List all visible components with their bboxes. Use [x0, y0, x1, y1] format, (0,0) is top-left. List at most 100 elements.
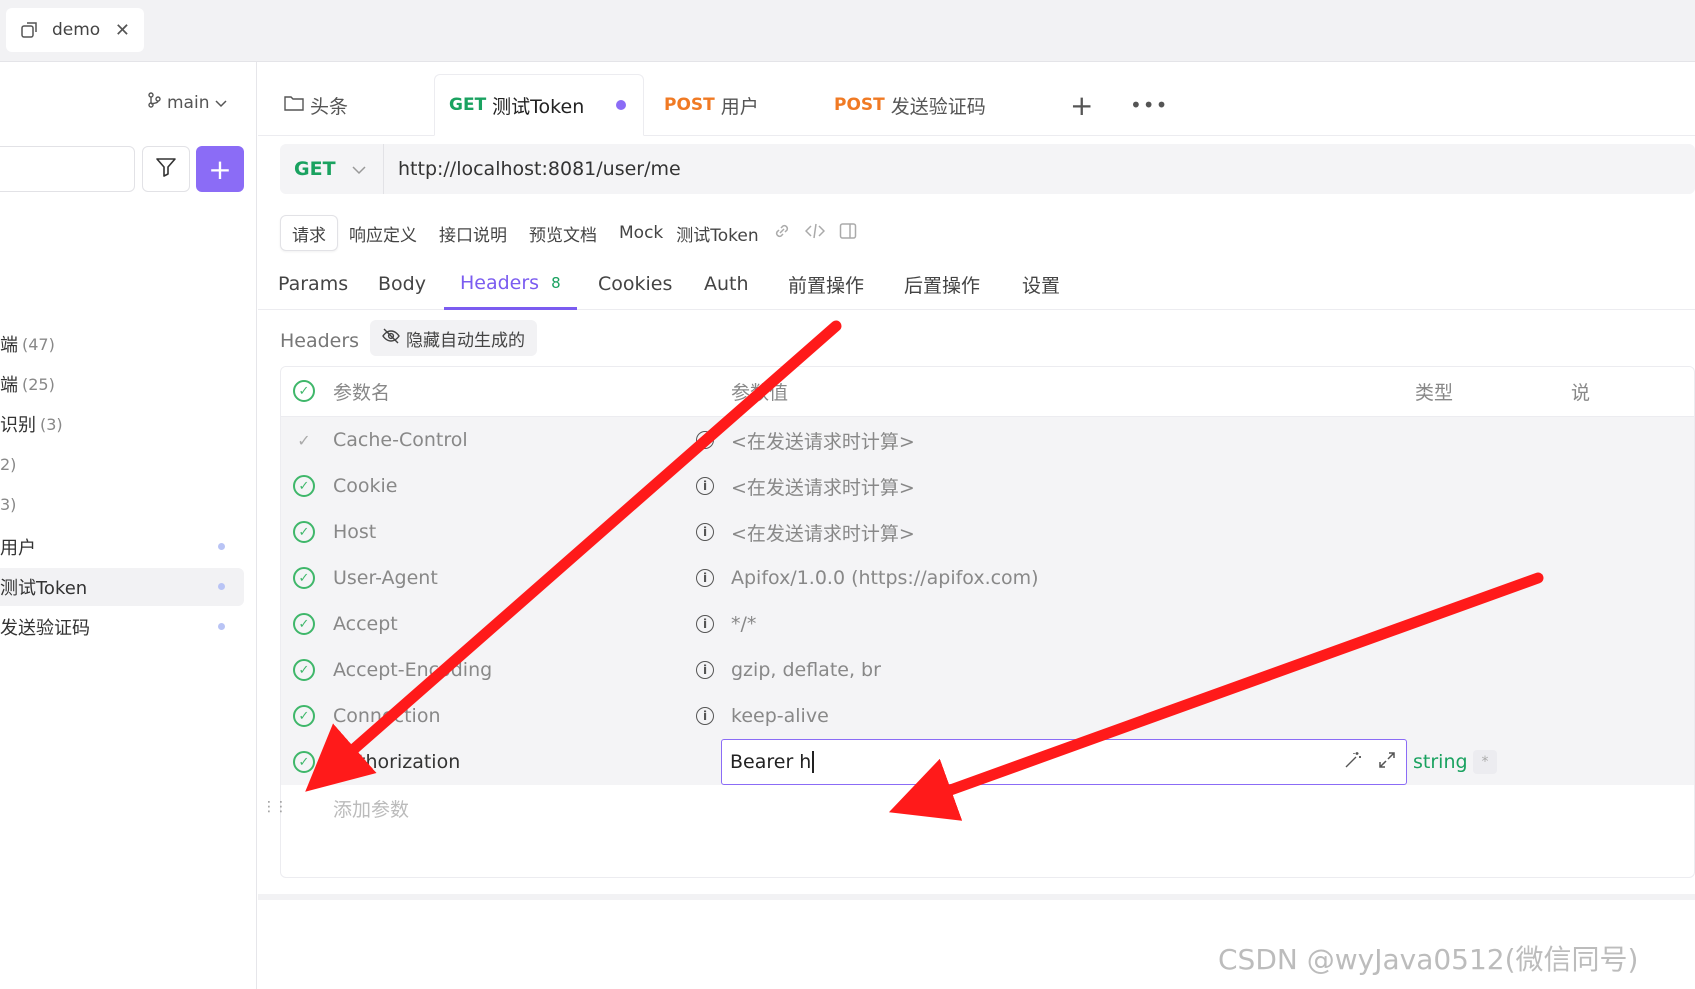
param-name-input[interactable]: Authorization	[333, 751, 460, 773]
param-value: <在发送请求时计算>	[731, 430, 915, 453]
row-checkbox[interactable]: ✓	[293, 705, 315, 727]
param-value-input[interactable]: Bearer h	[721, 739, 1407, 785]
doc-tab-request[interactable]: 请求	[280, 215, 338, 251]
request-tab-user[interactable]: POST 用户	[664, 74, 759, 136]
tab-label: 设置	[1022, 274, 1061, 297]
text-caret	[812, 751, 814, 773]
url-input[interactable]: http://localhost:8081/user/me	[398, 158, 681, 180]
window-tab-title: demo	[52, 20, 101, 40]
param-name: Connection	[333, 705, 441, 727]
add-param-placeholder: 添加参数	[333, 798, 410, 821]
doc-tab-preview[interactable]: 预览文档	[518, 215, 608, 251]
doc-tab-description[interactable]: 接口说明	[428, 215, 518, 251]
method-select[interactable]: GET	[280, 144, 384, 194]
param-value: Apifox/1.0.0 (https://apifox.com)	[731, 567, 1039, 589]
table-row: ✓ Cookie i <在发送请求时计算>	[281, 463, 1694, 509]
tree-item-user[interactable]: 用户	[0, 528, 36, 566]
request-tab-folder[interactable]: 头条	[284, 74, 348, 136]
tab-post-processors[interactable]: 后置操作	[904, 258, 980, 310]
doc-tab-response[interactable]: 响应定义	[338, 215, 428, 251]
more-icon: •••	[1130, 93, 1169, 117]
branch-selector[interactable]: main	[147, 92, 228, 113]
tree-item-test-token[interactable]: 测试Token	[0, 568, 244, 606]
unsaved-dot	[616, 100, 627, 110]
tab-headers[interactable]: Headers 8	[444, 258, 577, 310]
info-icon[interactable]: i	[696, 615, 714, 633]
param-name: Cache-Control	[333, 429, 468, 451]
tree-item-label: 端	[0, 375, 18, 396]
tree-item[interactable]: 3)	[0, 485, 16, 523]
window-tab-demo[interactable]: demo ✕	[6, 8, 144, 52]
panel-icon[interactable]	[839, 222, 857, 244]
row-checkbox[interactable]: ✓	[293, 659, 315, 681]
link-icon[interactable]	[773, 222, 791, 244]
status-dot	[218, 623, 225, 630]
new-tab-button[interactable]: +	[1070, 74, 1093, 136]
tree-item[interactable]: 端 (25)	[0, 365, 55, 403]
tab-auth[interactable]: Auth	[704, 258, 749, 310]
doc-tab-mock[interactable]: Mock	[608, 215, 674, 251]
param-value: gzip, deflate, br	[731, 659, 881, 681]
tab-cookies[interactable]: Cookies	[598, 258, 672, 310]
info-icon[interactable]: i	[696, 431, 714, 449]
tab-label: Body	[378, 273, 426, 295]
plus-icon: +	[1070, 88, 1094, 122]
magic-wand-icon[interactable]	[1344, 751, 1362, 773]
expand-icon[interactable]	[1378, 751, 1396, 773]
close-icon[interactable]: ✕	[115, 20, 130, 41]
hide-auto-label: 隐藏自动生成的	[406, 330, 525, 351]
param-tabs: Params Body Headers 8 Cookies Auth 前置操作 …	[258, 258, 1695, 310]
select-all-checkbox[interactable]: ✓	[293, 380, 315, 402]
param-type[interactable]: string	[1413, 751, 1468, 773]
method-badge: GET	[449, 95, 487, 115]
tree-item-send-code[interactable]: 发送验证码	[0, 608, 90, 646]
tree-item-count: (47)	[22, 334, 55, 354]
tab-settings[interactable]: 设置	[1022, 258, 1060, 310]
tree-item-label: 2)	[0, 454, 17, 474]
hide-auto-generated-button[interactable]: 隐藏自动生成的	[370, 320, 537, 356]
column-desc-header: 说	[1571, 382, 1591, 404]
tab-body[interactable]: Body	[378, 258, 426, 310]
sidebar-search-input[interactable]	[0, 146, 135, 192]
info-icon[interactable]: i	[696, 569, 714, 587]
more-button[interactable]: •••	[1130, 74, 1168, 136]
required-toggle[interactable]: *	[1473, 750, 1497, 774]
headers-table: ✓ 参数名 参数值 类型 说 ✓ Cache-Control i <在发送请求时…	[280, 366, 1695, 878]
request-tab-label: 发送验证码	[890, 95, 986, 118]
request-tab-label: 头条	[310, 95, 349, 118]
main-panel: 头条 GET 测试Token POST 用户 POST 发送验证码 + ••• …	[258, 62, 1695, 989]
info-icon[interactable]: i	[696, 707, 714, 725]
tab-pre-processors[interactable]: 前置操作	[788, 258, 864, 310]
row-checkbox[interactable]: ✓	[293, 751, 315, 773]
param-value-text: Bearer h	[730, 751, 812, 773]
param-value: keep-alive	[731, 705, 829, 727]
row-checkbox[interactable]: ✓	[293, 613, 315, 635]
url-bar: GET http://localhost:8081/user/me	[280, 144, 1695, 194]
tab-params[interactable]: Params	[278, 258, 348, 310]
request-tab-test-token[interactable]: GET 测试Token	[434, 74, 644, 136]
info-icon[interactable]: i	[696, 661, 714, 679]
row-checkbox[interactable]: ✓	[293, 475, 315, 497]
param-value: <在发送请求时计算>	[731, 476, 915, 499]
tree-item-count: (25)	[22, 374, 55, 394]
request-tab-bar: 头条 GET 测试Token POST 用户 POST 发送验证码 + •••	[258, 74, 1695, 136]
row-checkbox[interactable]: ✓	[293, 567, 315, 589]
info-icon[interactable]: i	[696, 477, 714, 495]
tree-item[interactable]: 端 (47)	[0, 325, 55, 363]
param-name: Cookie	[333, 475, 398, 497]
param-value: <在发送请求时计算>	[731, 522, 915, 545]
param-name: Accept	[333, 613, 398, 635]
drag-handle-icon[interactable]: ⋮⋮	[262, 799, 288, 815]
panel-divider	[258, 894, 1695, 900]
info-icon[interactable]: i	[696, 523, 714, 541]
add-button[interactable]: +	[196, 146, 244, 192]
headers-section-label: Headers	[280, 330, 360, 352]
row-checkbox[interactable]: ✓	[293, 521, 315, 543]
code-icon[interactable]	[804, 222, 825, 244]
tree-item[interactable]: 识别 (3)	[0, 405, 63, 443]
param-name: Accept-Encoding	[333, 659, 493, 681]
add-param-row[interactable]: 添加参数	[281, 785, 1694, 831]
request-tab-send-code[interactable]: POST 发送验证码	[834, 74, 986, 136]
filter-button[interactable]	[142, 146, 190, 192]
tree-item[interactable]: 2)	[0, 445, 16, 483]
